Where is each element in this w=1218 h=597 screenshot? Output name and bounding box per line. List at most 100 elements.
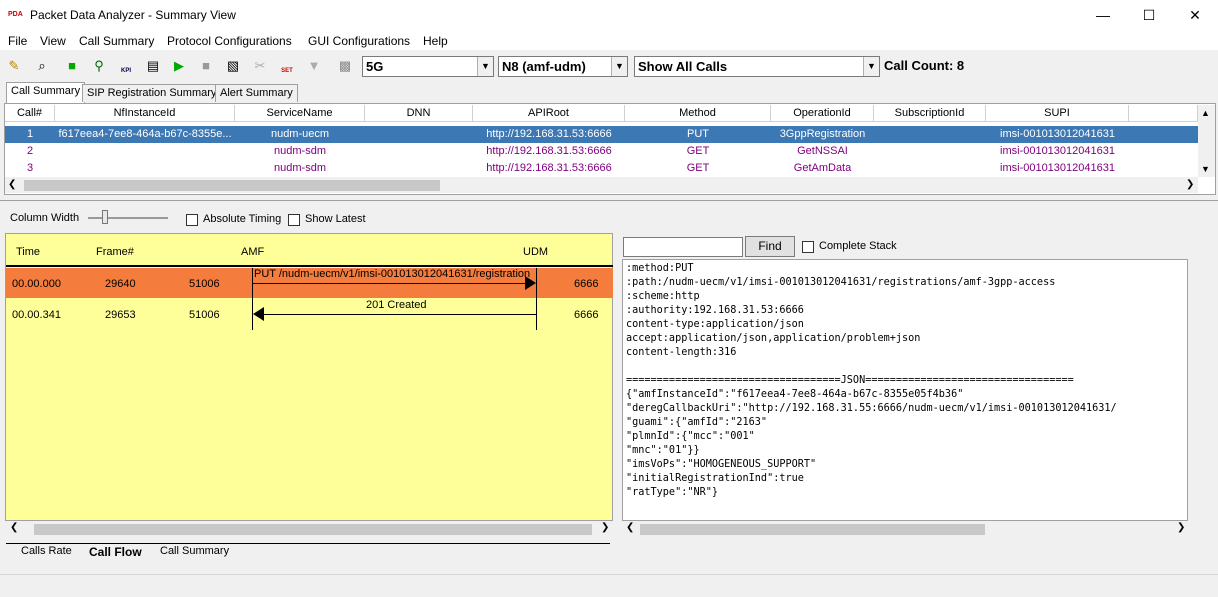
open-file-icon[interactable]: ✎ (3, 55, 25, 77)
flow-header-frame: Frame# (96, 246, 134, 258)
print-icon[interactable]: ▩ (334, 55, 356, 77)
cell-supi: imsi-001013012041631 (1000, 145, 1115, 157)
absolute-timing-label: Absolute Timing (203, 213, 282, 225)
show-latest-checkbox[interactable] (288, 214, 300, 226)
flow-src-port: 51006 (189, 278, 220, 290)
report-icon[interactable]: ▤ (142, 55, 164, 77)
scroll-right-icon[interactable]: ❯ (1177, 522, 1185, 533)
cell-subscriptionid (874, 126, 986, 143)
column-header-servicename[interactable]: ServiceName (235, 105, 365, 122)
table-row[interactable]: 1 f617eea4-7ee8-464a-b67c-8355e... nudm-… (5, 126, 1198, 143)
menu-help[interactable]: Help (423, 34, 448, 48)
slider-handle[interactable] (102, 210, 108, 224)
find-input[interactable] (623, 237, 743, 257)
minimize-icon[interactable]: — (1080, 0, 1126, 30)
export-icon[interactable]: ■ (61, 55, 83, 77)
network-combo[interactable]: 5G ▼ (362, 56, 494, 77)
cell-method: GET (686, 145, 710, 157)
scroll-left-icon[interactable]: ❮ (8, 179, 16, 190)
grid-scroll-thumb[interactable] (24, 180, 440, 191)
interface-combo-value: N8 (amf-udm) (502, 59, 586, 74)
menu-file[interactable]: File (8, 34, 27, 48)
flow-frame: 29653 (105, 309, 136, 321)
complete-stack-checkbox[interactable] (802, 241, 814, 253)
find-button[interactable]: Find (745, 236, 795, 257)
scroll-left-icon[interactable]: ❮ (10, 522, 18, 533)
menu-gui-configurations[interactable]: GUI Configurations (308, 34, 410, 48)
detail-scroll-thumb[interactable] (640, 524, 985, 535)
tab-alert-summary[interactable]: Alert Summary (215, 84, 298, 102)
column-header-nfinstanceid[interactable]: NfInstanceId (55, 105, 235, 122)
flow-src-port: 51006 (189, 309, 220, 321)
column-width-slider[interactable] (88, 217, 168, 219)
table-row[interactable]: 2 nudm-sdm http://192.168.31.53:6666 GET… (5, 143, 1198, 160)
scroll-left-icon[interactable]: ❮ (626, 522, 634, 533)
filter-icon[interactable]: ▼ (303, 55, 325, 77)
chevron-down-icon[interactable]: ▼ (611, 57, 627, 76)
stop-icon[interactable]: ■ (195, 55, 217, 77)
detail-line: :authority:192.168.31.53:6666 (626, 305, 804, 316)
menu-protocol-configurations[interactable]: Protocol Configurations (167, 34, 292, 48)
cell-dnn (365, 126, 473, 143)
tab-call-flow[interactable]: Call Flow (89, 545, 142, 559)
flow-dst-port: 6666 (574, 278, 599, 290)
call-count: Call Count: 8 (884, 58, 965, 73)
scroll-right-icon[interactable]: ❯ (1186, 179, 1194, 190)
window-title: Packet Data Analyzer - Summary View (30, 8, 236, 22)
cell-servicename: nudm-uecm (270, 128, 330, 140)
column-header-method[interactable]: Method (625, 105, 771, 122)
table-row[interactable]: 3 nudm-sdm http://192.168.31.53:6666 GET… (5, 160, 1198, 177)
detail-line: "initialRegistrationInd":true (626, 473, 804, 484)
chevron-down-icon[interactable]: ▼ (477, 57, 493, 76)
flow-message-label[interactable]: PUT /nudm-uecm/v1/imsi-001013012041631/r… (254, 268, 534, 280)
column-header-dnn[interactable]: DNN (365, 105, 473, 122)
interface-combo[interactable]: N8 (amf-udm) ▼ (498, 56, 628, 77)
detail-line: "imsVoPs":"HOMOGENEOUS_SUPPORT" (626, 459, 817, 470)
column-header-extra (1129, 105, 1198, 122)
flow-scroll-thumb[interactable] (34, 524, 592, 535)
tab-calls-rate[interactable]: Calls Rate (21, 545, 72, 557)
tab-sip-registration-summary[interactable]: SIP Registration Summary (82, 84, 222, 102)
splitter[interactable] (0, 200, 1218, 201)
search-icon[interactable]: ⌕ (31, 55, 53, 77)
column-header-supi[interactable]: SUPI (986, 105, 1129, 122)
detail-line: :method:PUT (626, 263, 694, 274)
document-icon[interactable]: ▧ (222, 55, 244, 77)
scroll-right-icon[interactable]: ❯ (601, 522, 609, 533)
menu-call-summary[interactable]: Call Summary (79, 34, 154, 48)
detail-line: "mnc":"01"}} (626, 445, 700, 456)
cell-call: 3 (26, 162, 34, 174)
play-icon[interactable]: ▶ (168, 55, 190, 77)
flow-dst-port: 6666 (574, 309, 599, 321)
menu-view[interactable]: View (40, 34, 66, 48)
maximize-icon[interactable]: ☐ (1126, 0, 1172, 30)
cell-servicename: nudm-sdm (274, 145, 326, 157)
column-header-subscriptionid[interactable]: SubscriptionId (874, 105, 986, 122)
set-icon[interactable]: SET (276, 55, 298, 77)
detail-line: "plmnId":{"mcc":"001" (626, 431, 755, 442)
scroll-up-icon[interactable]: ▲ (1201, 108, 1210, 118)
cell-subscriptionid (874, 143, 986, 160)
tab-call-summary[interactable]: Call Summary (6, 82, 86, 103)
tab-call-summary-bottom[interactable]: Call Summary (160, 545, 229, 557)
column-header-call[interactable]: Call# (5, 105, 55, 122)
detail-line: content-length:316 (626, 347, 737, 358)
detail-line: :scheme:http (626, 291, 700, 302)
filter-combo[interactable]: Show All Calls ▼ (634, 56, 880, 77)
kpi-icon[interactable]: KPI (115, 55, 137, 77)
detail-line: "ratType":"NR"} (626, 487, 719, 498)
scroll-down-icon[interactable]: ▼ (1201, 164, 1210, 174)
arrow-left-icon (253, 307, 264, 321)
close-icon[interactable]: ✕ (1172, 0, 1218, 30)
tools-icon[interactable]: ✂ (249, 55, 271, 77)
flow-message-label[interactable]: 201 Created (366, 299, 427, 311)
column-header-operationid[interactable]: OperationId (771, 105, 874, 122)
filter-combo-value: Show All Calls (638, 59, 728, 74)
absolute-timing-checkbox[interactable] (186, 214, 198, 226)
arrow-right-icon (525, 276, 536, 290)
detail-line (626, 360, 1117, 374)
cell-dnn (365, 143, 473, 160)
binoculars-icon[interactable]: ⚲ (88, 55, 110, 77)
chevron-down-icon[interactable]: ▼ (863, 57, 879, 76)
column-header-apiroot[interactable]: APIRoot (473, 105, 625, 122)
